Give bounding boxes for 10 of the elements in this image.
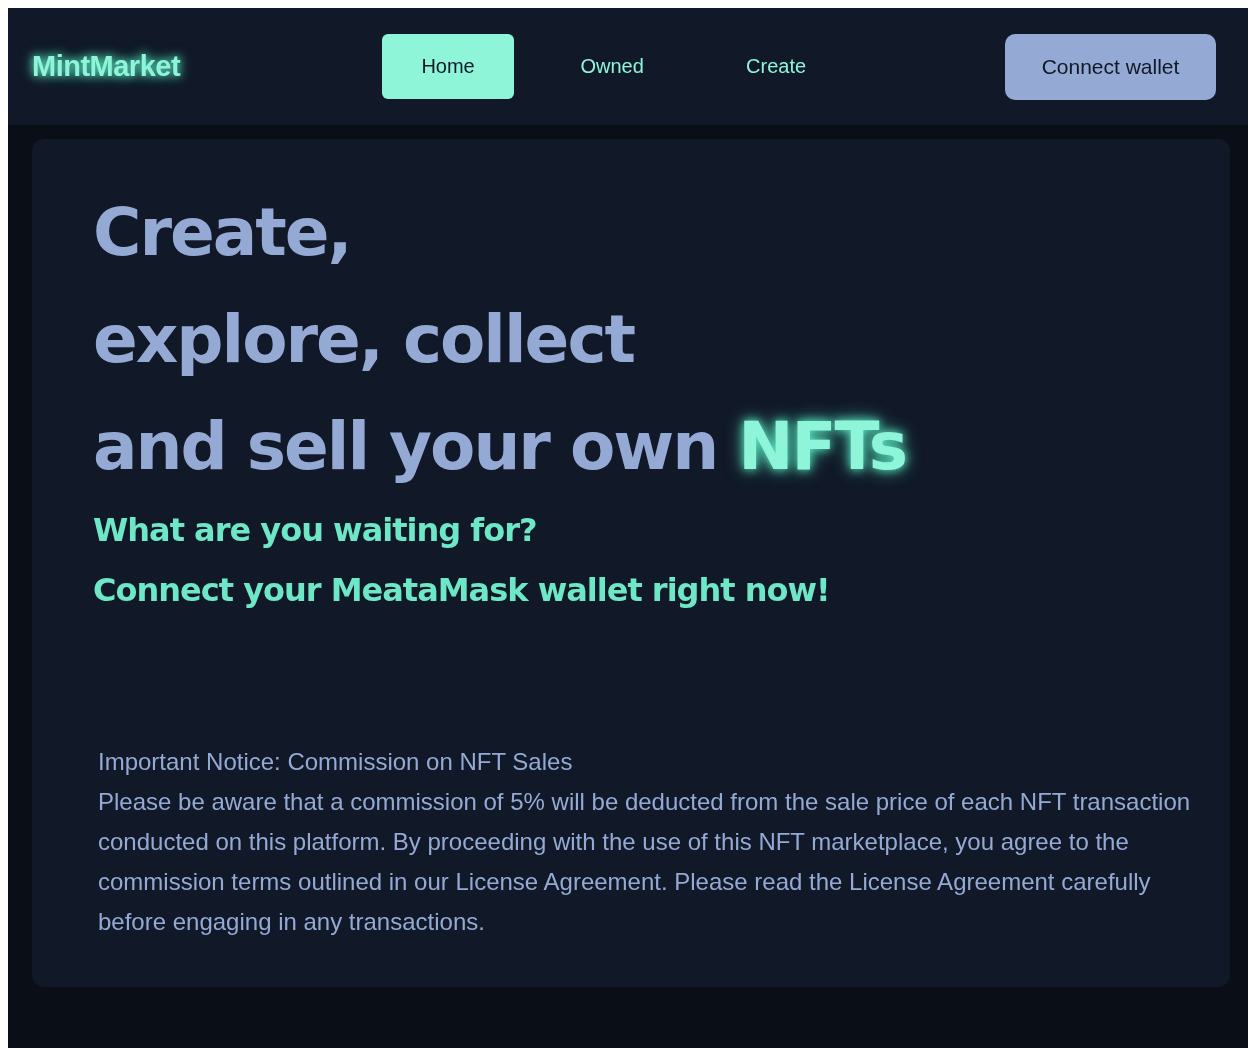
nav-link[interactable]: Home (382, 34, 515, 99)
brand-logo[interactable]: MintMarket (32, 50, 181, 83)
notice-title: Important Notice: Commission on NFT Sales (98, 747, 574, 777)
nav-link[interactable]: Create (710, 34, 843, 99)
subheading: Connect your MeataMask wallet right now! (93, 570, 831, 611)
nav-link[interactable]: Owned (546, 34, 679, 99)
connect-wallet-button[interactable]: Connect wallet (1005, 33, 1216, 100)
notice-text: Please be aware that a commission of 5% will be deducted from the sale price of each NFT transaction conducted on this platform. By proceeding with the use of this NFT marketplace, you agree to the commission terms outlined in our License Agreement. Please read the License Agreement carefully before engaging in any transactions. (98, 787, 1192, 937)
subheading: What are you waiting for? (93, 510, 538, 551)
headline: Create, explore, collect and sell your own NFTs (93, 193, 908, 487)
